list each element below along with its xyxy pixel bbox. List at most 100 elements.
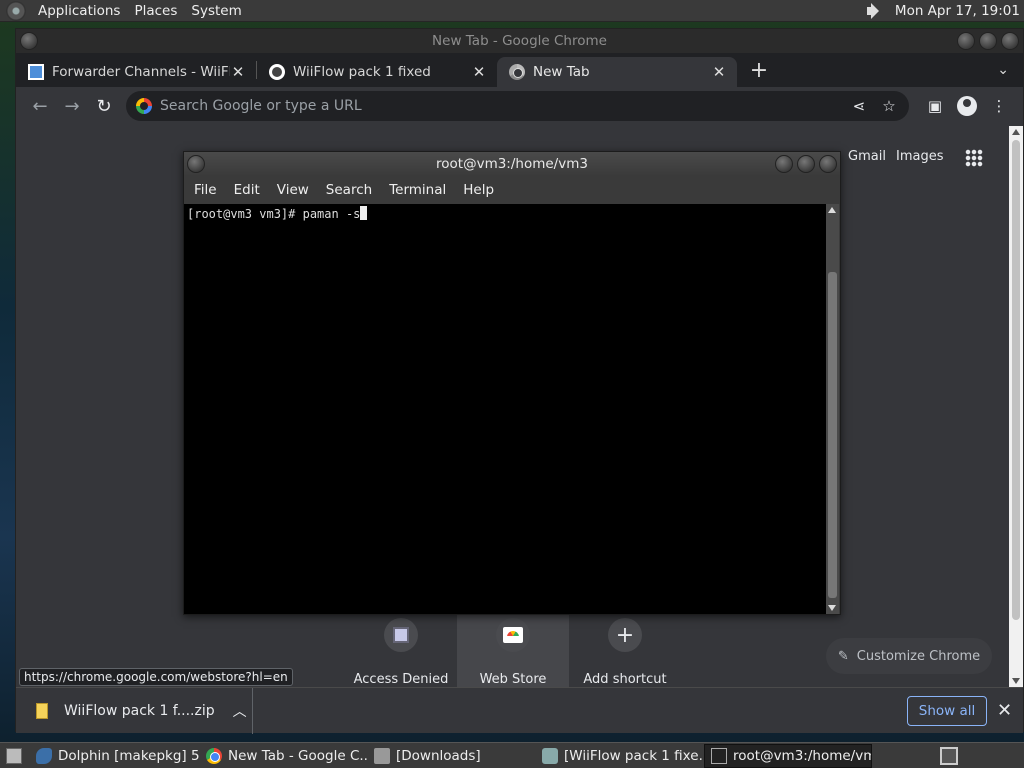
shortcut-access-denied[interactable]: Access Denied — [345, 614, 457, 688]
close-tab-icon[interactable]: ✕ — [471, 63, 487, 81]
menu-terminal[interactable]: Terminal — [387, 182, 455, 198]
scroll-down-arrow-icon[interactable] — [828, 605, 836, 611]
text-cursor — [360, 206, 368, 220]
taskbar-label: root@vm3:/home/vm3 — [733, 747, 872, 764]
google-apps-icon[interactable] — [965, 149, 983, 167]
tab-search-chevron-icon[interactable]: ⌄ — [997, 62, 1009, 78]
customize-label: Customize Chrome — [856, 648, 981, 664]
omnibox-placeholder[interactable]: Search Google or type a URL — [160, 98, 841, 114]
tab-strip: Forwarder Channels - WiiFloW ✕ WiiFlow p… — [16, 53, 1023, 87]
shortcut-label: Add shortcut — [583, 672, 667, 687]
window-title: New Tab - Google Chrome — [432, 33, 607, 49]
distro-logo-icon[interactable] — [6, 0, 26, 21]
google-icon — [136, 98, 152, 114]
taskbar-item-terminal[interactable]: root@vm3:/home/vm3 — [704, 743, 872, 768]
plus-icon: + — [608, 618, 642, 652]
taskbar-item-dolphin[interactable]: Dolphin [makepkg] 5... — [30, 744, 200, 768]
dolphin-icon — [36, 747, 52, 764]
add-shortcut-button[interactable]: + Add shortcut — [569, 614, 681, 688]
scroll-down-arrow-icon[interactable] — [1012, 678, 1020, 684]
gmail-link[interactable]: Gmail — [848, 149, 886, 164]
reload-button[interactable]: ↻ — [90, 92, 118, 120]
show-all-button[interactable]: Show all — [907, 696, 987, 726]
side-panel-icon[interactable]: ▣ — [921, 92, 949, 120]
tab-title: WiiFlow pack 1 fixed — [293, 64, 431, 80]
bookmark-star-icon[interactable]: ☆ — [877, 97, 901, 115]
pencil-icon: ✎ — [837, 648, 849, 664]
shortcut-label: Access Denied — [353, 672, 449, 687]
back-button[interactable]: ← — [26, 92, 54, 120]
terminal-scrollbar[interactable] — [826, 204, 839, 614]
tab-title: New Tab — [533, 64, 590, 80]
web-store-icon — [503, 627, 523, 643]
computer-icon — [393, 627, 409, 643]
menu-help[interactable]: Help — [461, 182, 503, 198]
wiiflow-icon — [542, 747, 558, 764]
profile-avatar-icon — [957, 96, 977, 116]
download-item[interactable]: WiiFlow pack 1 f....zip ︿ — [16, 687, 253, 734]
minimize-button[interactable] — [957, 32, 975, 50]
window-menu-button[interactable] — [20, 32, 38, 50]
show-desktop-button[interactable] — [0, 744, 30, 768]
tab-forwarder-channels[interactable]: Forwarder Channels - WiiFloW ✕ — [16, 57, 256, 87]
places-menu[interactable]: Places — [128, 3, 185, 19]
forward-button[interactable]: → — [58, 92, 86, 120]
menu-edit[interactable]: Edit — [232, 182, 269, 198]
chrome-menu-button[interactable]: ⋮ — [985, 92, 1013, 120]
terminal-titlebar[interactable]: root@vm3:/home/vm3 — [184, 152, 840, 176]
shortcut-web-store[interactable]: Web Store — [457, 614, 569, 688]
scroll-up-arrow-icon[interactable] — [1012, 129, 1020, 135]
menu-file[interactable]: File — [192, 182, 226, 198]
toolbar: ← → ↻ Search Google or type a URL ⋖ ☆ ▣ … — [16, 87, 1023, 125]
folder-icon — [374, 747, 390, 764]
chrome-titlebar[interactable]: New Tab - Google Chrome — [16, 29, 1023, 53]
terminal-output[interactable]: [root@vm3 vm3]# paman -s — [184, 204, 827, 614]
document-icon — [28, 64, 44, 80]
menu-search[interactable]: Search — [324, 182, 381, 198]
prompt-line: [root@vm3 vm3]# paman -s — [187, 207, 361, 221]
terminal-icon — [711, 747, 727, 764]
close-tab-icon[interactable]: ✕ — [230, 63, 246, 81]
chrome-icon — [509, 64, 525, 80]
top-panel: Applications Places System Mon Apr 17, 1… — [0, 0, 1024, 22]
new-tab-button[interactable]: + — [745, 56, 773, 84]
window-menu-button[interactable] — [187, 155, 205, 173]
close-shelf-icon[interactable]: ✕ — [997, 700, 1012, 721]
scroll-up-arrow-icon[interactable] — [828, 207, 836, 213]
volume-icon[interactable] — [865, 2, 883, 20]
workspace-switcher[interactable] — [940, 746, 958, 765]
maximize-button[interactable] — [797, 155, 815, 173]
chevron-up-icon[interactable]: ︿ — [233, 701, 247, 721]
images-link[interactable]: Images — [896, 149, 944, 164]
chrome-icon — [206, 747, 222, 764]
profile-button[interactable] — [953, 92, 981, 120]
scroll-thumb[interactable] — [1012, 140, 1020, 620]
status-bubble-url: https://chrome.google.com/webstore?hl=en — [19, 668, 293, 686]
taskbar-item-chrome[interactable]: New Tab - Google C... — [200, 744, 368, 768]
share-icon[interactable]: ⋖ — [847, 97, 871, 115]
shortcut-label: Web Store — [479, 672, 547, 687]
close-window-button[interactable] — [1001, 32, 1019, 50]
scroll-thumb[interactable] — [828, 272, 837, 598]
maximize-button[interactable] — [979, 32, 997, 50]
close-window-button[interactable] — [819, 155, 837, 173]
applications-menu[interactable]: Applications — [32, 3, 128, 19]
taskbar-label: [WiiFlow pack 1 fixe... — [564, 747, 704, 764]
close-tab-icon[interactable]: ✕ — [711, 63, 727, 81]
menu-view[interactable]: View — [275, 182, 318, 198]
tab-title: Forwarder Channels - WiiFloW — [52, 64, 230, 80]
download-shelf: WiiFlow pack 1 f....zip ︿ Show all ✕ — [16, 687, 1023, 734]
terminal-title: root@vm3:/home/vm3 — [436, 156, 588, 172]
customize-chrome-button[interactable]: ✎ Customize Chrome — [826, 638, 992, 674]
omnibox[interactable]: Search Google or type a URL ⋖ ☆ — [126, 91, 909, 121]
minimize-button[interactable] — [775, 155, 793, 173]
clock[interactable]: Mon Apr 17, 19:01 — [895, 3, 1020, 19]
taskbar-item-wiiflow[interactable]: [WiiFlow pack 1 fixe... — [536, 744, 704, 768]
desktop-icon — [6, 747, 22, 764]
taskbar-item-downloads[interactable]: [Downloads] — [368, 744, 536, 768]
tab-wiiflow-pack[interactable]: WiiFlow pack 1 fixed ✕ — [257, 57, 497, 87]
tab-new-tab[interactable]: New Tab ✕ — [497, 57, 737, 87]
page-scrollbar[interactable] — [1009, 126, 1023, 687]
system-menu[interactable]: System — [185, 3, 249, 19]
taskbar-label: New Tab - Google C... — [228, 747, 368, 764]
